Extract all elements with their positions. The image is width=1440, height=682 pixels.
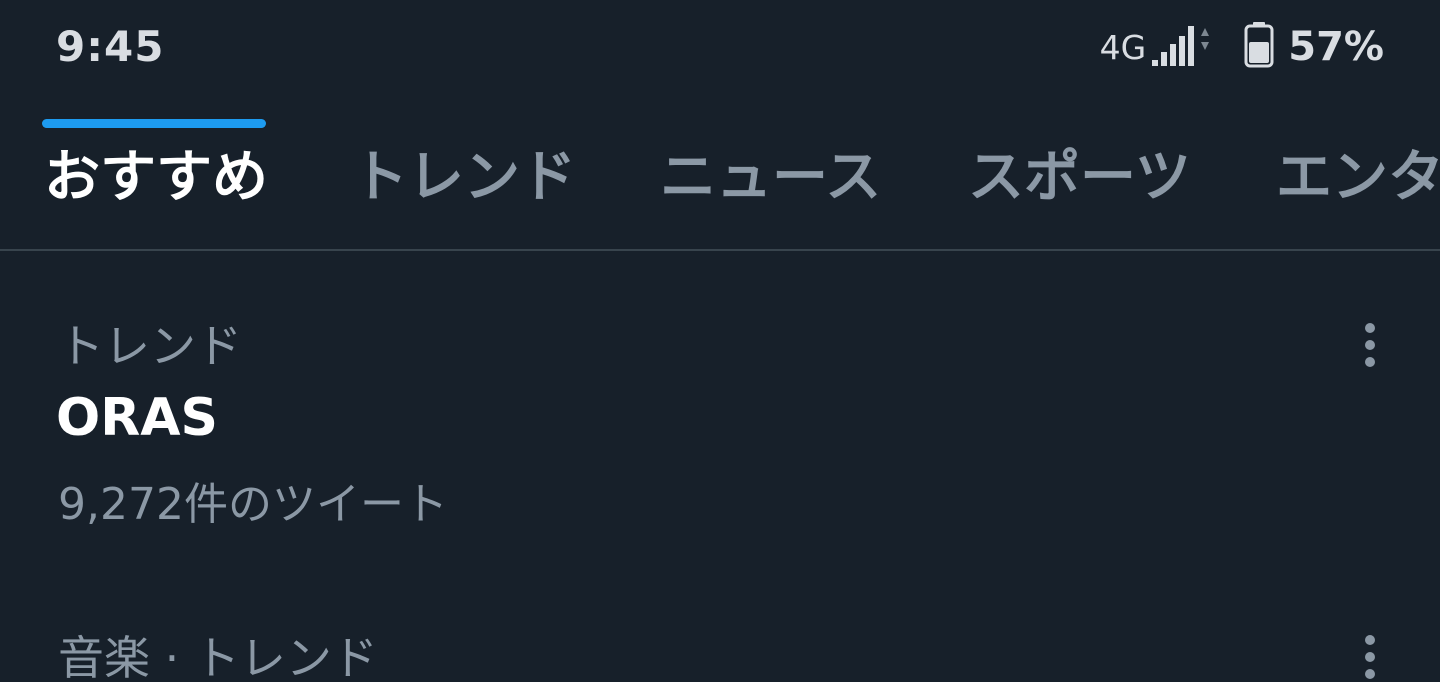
tab-entertainment[interactable]: エンタ bbox=[1276, 132, 1440, 213]
explore-screen: 9:45 4G 57% おすすめ トレンド ニュース スポーツ エンタ トレンド… bbox=[0, 0, 1440, 682]
trend-item[interactable]: 音楽 · トレンド bbox=[0, 612, 1440, 682]
battery-icon bbox=[1244, 22, 1274, 72]
trend-context: 音楽 · トレンド bbox=[58, 631, 378, 682]
tab-recommended[interactable]: おすすめ bbox=[44, 132, 268, 213]
status-bar: 9:45 4G 57% bbox=[0, 0, 1440, 96]
network-type-label: 4G bbox=[1099, 27, 1147, 67]
tab-news[interactable]: ニュース bbox=[660, 132, 881, 213]
trend-tweet-count: 9,272件のツイート bbox=[58, 479, 448, 530]
trend-context: トレンド bbox=[58, 319, 242, 373]
status-time: 9:45 bbox=[56, 22, 165, 71]
signal-icon bbox=[1152, 22, 1214, 72]
battery-percent: 57% bbox=[1288, 24, 1384, 70]
tab-trending[interactable]: トレンド bbox=[352, 132, 576, 213]
explore-tabs: おすすめ トレンド ニュース スポーツ エンタ bbox=[0, 120, 1440, 250]
tab-sports[interactable]: スポーツ bbox=[968, 132, 1191, 213]
trend-item[interactable]: トレンド ORAS 9,272件のツイート bbox=[0, 300, 1440, 540]
active-tab-indicator bbox=[42, 119, 266, 128]
status-indicators: 4G 57% bbox=[1100, 22, 1384, 72]
trend-title: ORAS bbox=[56, 388, 218, 448]
tabs-divider bbox=[0, 249, 1440, 251]
more-vertical-icon[interactable] bbox=[1350, 630, 1390, 682]
more-vertical-icon[interactable] bbox=[1350, 318, 1390, 374]
